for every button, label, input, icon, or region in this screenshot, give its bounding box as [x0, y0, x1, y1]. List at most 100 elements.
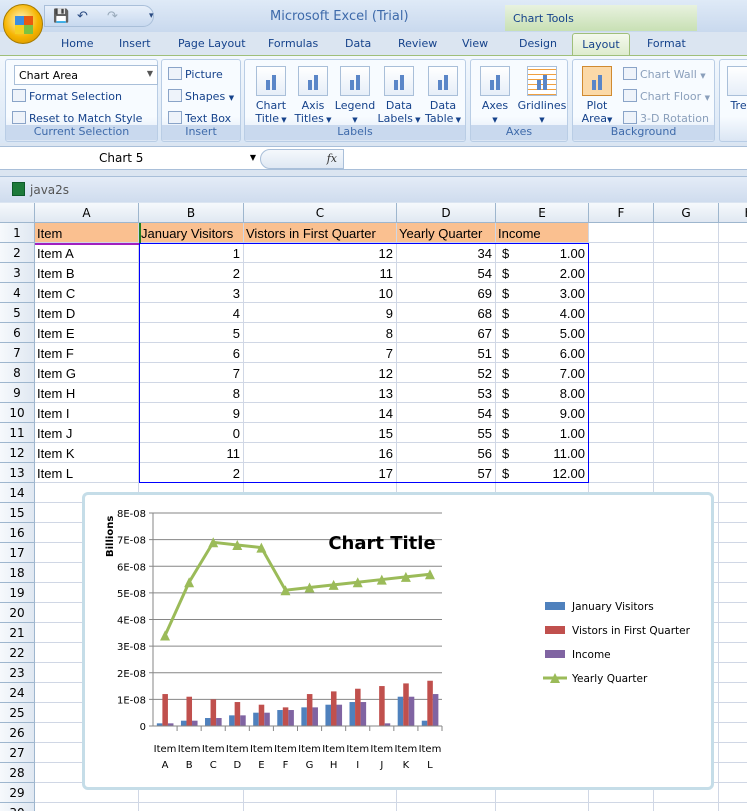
- cell[interactable]: [654, 443, 719, 463]
- cell[interactable]: [719, 703, 747, 723]
- plot-area-button[interactable]: Plot Area▼: [577, 66, 617, 127]
- tab-home[interactable]: Home: [61, 37, 93, 50]
- row-header-29[interactable]: 29: [0, 783, 35, 803]
- row-header-30[interactable]: 30: [0, 803, 35, 811]
- data-table-button[interactable]: Data Table ▼: [421, 66, 465, 127]
- tab-review[interactable]: Review: [398, 37, 437, 50]
- customize-toolbar-icon[interactable]: ▾: [149, 11, 154, 21]
- select-all-button[interactable]: [0, 203, 35, 223]
- row-header-9[interactable]: 9: [0, 383, 35, 403]
- bar-income[interactable]: [288, 710, 294, 726]
- tab-layout[interactable]: Layout: [572, 33, 630, 56]
- bar-vistors-in-first-quarter[interactable]: [403, 683, 409, 726]
- chart-element-dropdown[interactable]: Chart Area ▼: [14, 65, 158, 85]
- tab-view[interactable]: View: [462, 37, 488, 50]
- data-cell[interactable]: Item G: [35, 363, 139, 383]
- cell[interactable]: [719, 643, 747, 663]
- name-box[interactable]: Chart 5 ▼: [3, 150, 258, 168]
- row-header-1[interactable]: 1: [0, 223, 35, 243]
- bar-income[interactable]: [264, 712, 270, 726]
- bar-january-visitors[interactable]: [421, 720, 428, 726]
- data-cell[interactable]: Item H: [35, 383, 139, 403]
- chart-title-button[interactable]: Chart Title ▼: [249, 66, 293, 127]
- cell[interactable]: [654, 423, 719, 443]
- 3d-rotation-button[interactable]: 3-D Rotation: [623, 111, 709, 125]
- cell[interactable]: [719, 543, 747, 563]
- bar-january-visitors[interactable]: [205, 718, 211, 726]
- cell[interactable]: [139, 803, 244, 811]
- axes-button[interactable]: Axes ▼: [475, 66, 515, 127]
- insert-function-button[interactable]: fx: [260, 149, 344, 169]
- bar-vistors-in-first-quarter[interactable]: [330, 691, 337, 726]
- data-cell[interactable]: Item A: [35, 243, 139, 263]
- tab-design[interactable]: Design: [519, 37, 557, 50]
- row-header-27[interactable]: 27: [0, 743, 35, 763]
- cell[interactable]: [719, 223, 747, 243]
- cell[interactable]: [719, 743, 747, 763]
- cell[interactable]: [654, 243, 719, 263]
- row-header-2[interactable]: 2: [0, 243, 35, 263]
- cell[interactable]: [719, 243, 747, 263]
- cell[interactable]: [719, 663, 747, 683]
- line-yearly-quarter[interactable]: [163, 540, 431, 637]
- cell[interactable]: [589, 423, 654, 443]
- row-header-10[interactable]: 10: [0, 403, 35, 423]
- bar-january-visitors[interactable]: [180, 720, 187, 726]
- bar-income[interactable]: [336, 704, 343, 726]
- cell[interactable]: [719, 803, 747, 811]
- row-header-16[interactable]: 16: [0, 523, 35, 543]
- bar-january-visitors[interactable]: [301, 707, 307, 726]
- legend-entry[interactable]: January Visitors: [571, 601, 654, 613]
- cell[interactable]: [589, 263, 654, 283]
- save-icon[interactable]: 💾: [53, 9, 69, 24]
- undo-icon[interactable]: ↶: [77, 9, 88, 24]
- cell[interactable]: [719, 303, 747, 323]
- cell[interactable]: [589, 243, 654, 263]
- bar-january-visitors[interactable]: [277, 710, 283, 726]
- column-header-A[interactable]: A: [35, 203, 139, 223]
- row-header-14[interactable]: 14: [0, 483, 35, 503]
- cell[interactable]: [719, 763, 747, 783]
- bar-income[interactable]: [312, 707, 318, 726]
- cell[interactable]: [719, 603, 747, 623]
- bar-vistors-in-first-quarter[interactable]: [258, 704, 265, 726]
- data-labels-button[interactable]: Data Labels ▼: [377, 66, 421, 127]
- row-header-23[interactable]: 23: [0, 663, 35, 683]
- row-header-21[interactable]: 21: [0, 623, 35, 643]
- cell[interactable]: [719, 783, 747, 803]
- cell[interactable]: [719, 623, 747, 643]
- cell[interactable]: [719, 503, 747, 523]
- bar-income[interactable]: [192, 720, 198, 726]
- reset-to-match-style-button[interactable]: Reset to Match Style: [12, 111, 142, 125]
- cell[interactable]: [719, 383, 747, 403]
- bar-income[interactable]: [240, 715, 246, 726]
- data-cell[interactable]: Item K: [35, 443, 139, 463]
- tab-data[interactable]: Data: [345, 37, 371, 50]
- bar-income[interactable]: [216, 718, 222, 726]
- row-header-11[interactable]: 11: [0, 423, 35, 443]
- row-header-22[interactable]: 22: [0, 643, 35, 663]
- column-header-E[interactable]: E: [496, 203, 589, 223]
- cell[interactable]: [589, 323, 654, 343]
- row-header-8[interactable]: 8: [0, 363, 35, 383]
- cell[interactable]: [719, 443, 747, 463]
- cell[interactable]: [654, 383, 719, 403]
- cell[interactable]: [719, 343, 747, 363]
- row-header-17[interactable]: 17: [0, 543, 35, 563]
- cell[interactable]: [589, 363, 654, 383]
- legend-entry[interactable]: Income: [572, 649, 611, 661]
- formula-input[interactable]: [346, 149, 746, 169]
- cell[interactable]: [589, 463, 654, 483]
- bar-vistors-in-first-quarter[interactable]: [210, 699, 217, 726]
- cell[interactable]: [719, 283, 747, 303]
- cell[interactable]: [496, 803, 589, 811]
- cell[interactable]: [244, 803, 397, 811]
- cell[interactable]: [654, 303, 719, 323]
- tab-formulas[interactable]: Formulas: [268, 37, 318, 50]
- row-header-6[interactable]: 6: [0, 323, 35, 343]
- cell[interactable]: [719, 683, 747, 703]
- cell[interactable]: [589, 303, 654, 323]
- cell[interactable]: [719, 483, 747, 503]
- chart[interactable]: 0 1E-08 2E-08 3E-08 4E-08 5E-08 6E-08 7E-08 8E-0…: [82, 492, 714, 790]
- cell[interactable]: [589, 283, 654, 303]
